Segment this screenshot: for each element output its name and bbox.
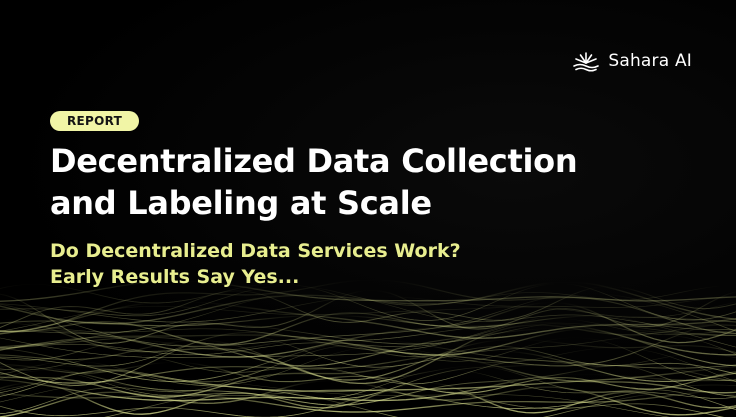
- wave-line: [0, 322, 736, 386]
- wave-line: [0, 338, 736, 381]
- wave-line: [0, 337, 736, 397]
- wave-line: [0, 360, 736, 400]
- wave-line: [0, 365, 736, 415]
- sahara-ai-logo: Sahara AI: [572, 50, 692, 72]
- wave-line: [0, 381, 736, 415]
- wave-line: [0, 381, 736, 409]
- wave-line: [0, 322, 736, 358]
- wave-line: [0, 389, 736, 413]
- headline: Decentralized Data Collection and Labeli…: [50, 140, 578, 224]
- wave-line: [0, 346, 736, 393]
- headline-line-2: and Labeling at Scale: [50, 184, 432, 222]
- wave-line: [0, 338, 736, 375]
- wave-line: [0, 377, 670, 417]
- wave-line: [0, 364, 736, 392]
- report-banner: Sahara AI REPORT Decentralized Data Coll…: [0, 0, 736, 417]
- sahara-sun-icon: [573, 52, 600, 72]
- wave-line: [0, 300, 736, 339]
- wave-line: [0, 313, 736, 358]
- headline-line-1: Decentralized Data Collection: [50, 142, 578, 180]
- subheadline: Do Decentralized Data Services Work? Ear…: [50, 238, 461, 290]
- subheadline-line-2: Early Results Say Yes...: [50, 266, 300, 288]
- wave-line: [0, 318, 736, 385]
- wave-line: [0, 361, 736, 394]
- wave-line: [0, 314, 736, 328]
- wave-line: [0, 373, 736, 402]
- report-badge: REPORT: [50, 111, 140, 131]
- wave-line: [0, 285, 736, 329]
- brand-name: Sahara AI: [608, 51, 692, 71]
- wave-line: [0, 369, 736, 400]
- wave-line: [104, 390, 736, 417]
- wave-line: [0, 292, 736, 347]
- wave-line: [0, 321, 736, 341]
- wave-line: [0, 301, 736, 332]
- wave-line: [0, 327, 736, 356]
- wave-line: [0, 339, 736, 382]
- wave-line: [0, 291, 736, 334]
- wave-line: [0, 353, 736, 385]
- wave-line: [0, 301, 736, 346]
- wave-line: [0, 379, 736, 417]
- wave-line: [0, 349, 736, 384]
- subheadline-line-1: Do Decentralized Data Services Work?: [50, 240, 461, 262]
- wave-line: [0, 327, 736, 367]
- wave-line: [0, 387, 725, 417]
- wave-line: [0, 358, 736, 398]
- wave-line: [0, 318, 736, 356]
- wave-line: [0, 295, 736, 323]
- wave-line: [0, 364, 736, 406]
- wave-line: [0, 321, 736, 349]
- wave-line: [0, 334, 736, 368]
- wave-line: [0, 289, 736, 344]
